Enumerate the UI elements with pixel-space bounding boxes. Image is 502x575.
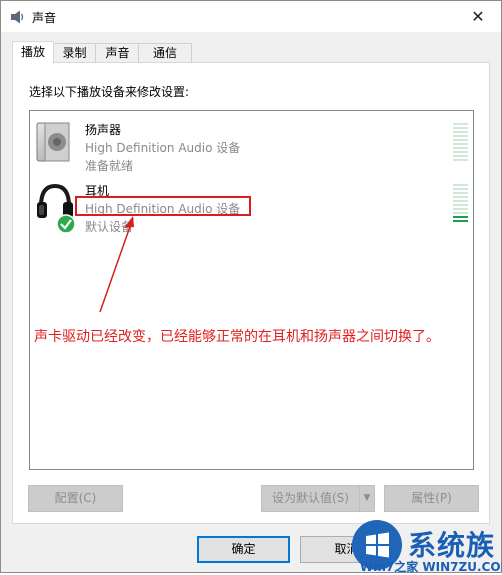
meter-segment <box>453 192 468 194</box>
volume-meter <box>453 184 468 224</box>
meter-segment <box>453 155 468 157</box>
meter-segment <box>453 204 468 206</box>
meter-segment <box>453 188 468 190</box>
tab-sounds[interactable]: 声音 <box>95 43 140 63</box>
annotation-highlight-box <box>75 196 251 216</box>
set-default-button[interactable]: 设为默认值(S) <box>261 485 360 512</box>
sound-dialog: 声音 ✕ 播放 录制 声音 通信 选择以下播放设备来修改设置: 扬声器 High… <box>0 0 502 573</box>
meter-segment <box>453 143 468 145</box>
device-status: 默认设备 <box>85 220 134 234</box>
instruction-label: 选择以下播放设备来修改设置: <box>29 85 190 99</box>
meter-segment <box>453 123 468 125</box>
meter-segment <box>453 212 468 214</box>
device-list[interactable]: 扬声器 High Definition Audio 设备 准备就绪 耳机 Hig… <box>29 110 474 470</box>
meter-segment <box>453 220 468 222</box>
volume-meter <box>453 123 468 163</box>
title-bar: 声音 ✕ <box>1 1 501 32</box>
meter-segment <box>453 135 468 137</box>
annotation-text: 声卡驱动已经改变，已经能够正常的在耳机和扬声器之间切换了。 <box>34 329 440 345</box>
meter-segment <box>453 184 468 186</box>
tab-communications[interactable]: 通信 <box>138 43 192 63</box>
default-check-icon <box>56 214 76 234</box>
meter-segment <box>453 200 468 202</box>
meter-segment <box>453 196 468 198</box>
device-status: 准备就绪 <box>85 159 134 173</box>
watermark-sub-text: Win7之家 WIN7ZU.COM <box>360 560 502 574</box>
close-icon: ✕ <box>471 7 485 26</box>
properties-button[interactable]: 属性(P) <box>384 485 479 512</box>
speaker-icon <box>36 122 70 162</box>
set-default-dropdown[interactable]: ▼ <box>359 485 375 512</box>
meter-segment <box>453 147 468 149</box>
tab-recording[interactable]: 录制 <box>52 43 97 63</box>
ok-button[interactable]: 确定 <box>197 536 290 563</box>
meter-segment <box>453 127 468 129</box>
meter-segment <box>453 131 468 133</box>
playback-panel: 选择以下播放设备来修改设置: 扬声器 High Definition Audio… <box>12 62 490 524</box>
meter-segment <box>453 151 468 153</box>
site-watermark: 系统族 Win7之家 WIN7ZU.COM <box>352 518 502 574</box>
device-item-speaker[interactable]: 扬声器 High Definition Audio 设备 准备就绪 <box>30 119 473 179</box>
tab-playback[interactable]: 播放 <box>12 41 54 64</box>
meter-segment <box>453 139 468 141</box>
meter-segment <box>453 208 468 210</box>
close-button[interactable]: ✕ <box>455 1 501 32</box>
speaker-title-icon <box>11 10 24 24</box>
meter-segment <box>453 216 468 218</box>
device-description: High Definition Audio 设备 <box>85 141 241 155</box>
device-name: 扬声器 <box>85 123 122 137</box>
window-title: 声音 <box>32 11 57 25</box>
configure-button[interactable]: 配置(C) <box>28 485 123 512</box>
meter-segment <box>453 159 468 161</box>
chevron-down-icon: ▼ <box>363 493 371 503</box>
